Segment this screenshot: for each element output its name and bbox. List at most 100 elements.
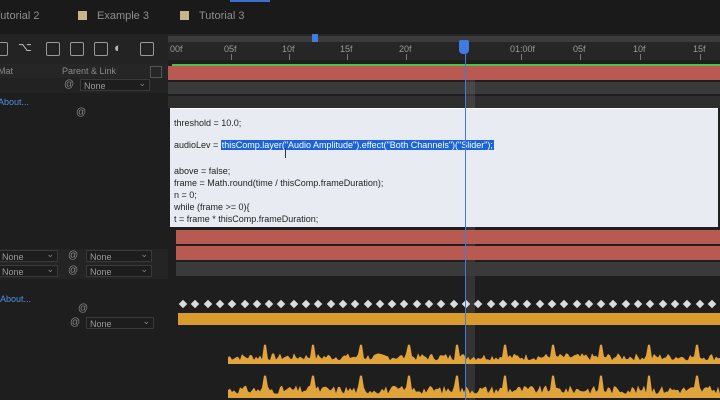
keyframe-diamond[interactable] xyxy=(203,299,213,309)
selected-expression-text[interactable]: thisComp.layer("Audio Amplitude").effect… xyxy=(220,140,494,150)
keyframe-diamond[interactable] xyxy=(608,299,618,309)
pick-whip-icon[interactable]: @ xyxy=(78,303,88,314)
layer-bar[interactable] xyxy=(168,66,720,80)
keyframe-diamond[interactable] xyxy=(436,299,446,309)
tab-label: Tutorial 3 xyxy=(199,10,245,22)
keyframe-diamond[interactable] xyxy=(633,299,643,309)
keyframe-diamond[interactable] xyxy=(658,299,668,309)
keyframe-diamond[interactable] xyxy=(399,299,409,309)
pick-whip-icon[interactable]: @ xyxy=(68,250,78,261)
expression-line: n = 0; xyxy=(174,190,197,200)
keyframe-diamond[interactable] xyxy=(645,299,655,309)
keyframe-diamond[interactable] xyxy=(559,299,569,309)
graph-editor-icon[interactable] xyxy=(140,42,154,56)
composition-mini-flowchart-icon[interactable]: ⌥ xyxy=(18,40,32,54)
keyframe-diamond[interactable] xyxy=(510,299,520,309)
tab-tutorial-2[interactable]: Tutorial 2 xyxy=(0,10,39,22)
ruler-tick-label: 10f xyxy=(633,44,646,54)
pick-whip-icon[interactable]: @ xyxy=(64,79,74,90)
keyframe-diamond[interactable] xyxy=(670,299,680,309)
layer-bar[interactable] xyxy=(176,262,720,276)
keyframe-diamond[interactable] xyxy=(338,299,348,309)
pick-whip-icon[interactable]: @ xyxy=(70,317,80,328)
parent-dropdown[interactable]: None xyxy=(80,77,150,91)
work-area-handle[interactable] xyxy=(312,34,318,42)
keyframe-diamond[interactable] xyxy=(535,299,545,309)
draft-3d-icon[interactable] xyxy=(46,42,60,56)
keyframe-diamond[interactable] xyxy=(313,299,323,309)
keyframe-diamond[interactable] xyxy=(596,299,606,309)
layer-bar[interactable] xyxy=(176,246,720,260)
column-parent-link[interactable]: Parent & Link xyxy=(62,66,116,76)
audio-layer-bar[interactable] xyxy=(178,313,720,325)
ruler-tick xyxy=(640,54,641,60)
keyframe-diamond[interactable] xyxy=(227,299,237,309)
keyframe-diamond[interactable] xyxy=(240,299,250,309)
keyframe-diamond[interactable] xyxy=(375,299,385,309)
expression-line: while (frame >= 0){ xyxy=(174,202,250,212)
keyframe-diamond[interactable] xyxy=(363,299,373,309)
layer-bar[interactable] xyxy=(168,82,720,94)
track-matte-dropdown[interactable]: None xyxy=(0,263,58,277)
keyframe-diamond[interactable] xyxy=(350,299,360,309)
keyframe-diamond[interactable] xyxy=(276,299,286,309)
column-menu-icon[interactable] xyxy=(150,66,162,78)
keyframe-diamond[interactable] xyxy=(547,299,557,309)
keyframe-diamond[interactable] xyxy=(387,299,397,309)
ruler-tick xyxy=(521,54,522,60)
tab-example-3[interactable]: Example 3 xyxy=(78,10,149,22)
keyframe-diamond[interactable] xyxy=(326,299,336,309)
tab-label: Example 3 xyxy=(97,10,149,22)
shy-layers-icon[interactable] xyxy=(70,42,84,56)
current-time-indicator-head[interactable] xyxy=(459,40,469,54)
tab-tutorial-3[interactable]: Tutorial 3 xyxy=(180,10,244,22)
layer-bar[interactable] xyxy=(176,230,720,244)
active-tab-indicator xyxy=(230,0,270,2)
keyframe-diamond[interactable] xyxy=(289,299,299,309)
current-time-indicator-line[interactable] xyxy=(465,54,466,400)
keyframe-diamond[interactable] xyxy=(424,299,434,309)
keyframe-diamond[interactable] xyxy=(178,299,188,309)
ruler-tick xyxy=(289,54,290,60)
composition-tab-bar: Tutorial 2 Example 3 Tutorial 3 xyxy=(0,0,720,34)
keyframe-diamond[interactable] xyxy=(621,299,631,309)
parent-dropdown[interactable]: None xyxy=(86,263,152,277)
property-track xyxy=(168,96,720,108)
keyframe-diamond[interactable] xyxy=(412,299,422,309)
ruler-tick xyxy=(231,54,232,60)
expression-editor[interactable] xyxy=(170,108,718,227)
audio-waveform xyxy=(228,344,720,398)
ruler-tick-label: 20f xyxy=(399,44,412,54)
frame-blending-icon[interactable] xyxy=(94,42,108,56)
keyframe-diamond[interactable] xyxy=(682,299,692,309)
keyframe-diamond[interactable] xyxy=(498,299,508,309)
layer-property-link[interactable]: About... xyxy=(0,97,29,107)
expression-line: frame = Math.round(time / thisComp.frame… xyxy=(174,178,384,188)
ruler-tick-label: 10f xyxy=(282,44,295,54)
keyframe-diamond[interactable] xyxy=(301,299,311,309)
parent-dropdown[interactable]: None xyxy=(86,248,152,262)
ruler-tick xyxy=(347,54,348,60)
keyframe-diamond[interactable] xyxy=(486,299,496,309)
keyframe-diamond[interactable] xyxy=(190,299,200,309)
parent-dropdown[interactable]: None xyxy=(86,315,154,329)
keyframe-diamond[interactable] xyxy=(572,299,582,309)
keyframe-diamond[interactable] xyxy=(707,299,717,309)
keyframe-diamond[interactable] xyxy=(584,299,594,309)
keyframe-diamond[interactable] xyxy=(215,299,225,309)
track-matte-dropdown[interactable]: None xyxy=(0,248,58,262)
keyframe-diamond[interactable] xyxy=(252,299,262,309)
pick-whip-icon[interactable]: @ xyxy=(68,265,78,276)
work-area-bar[interactable] xyxy=(168,36,720,42)
text-cursor xyxy=(285,148,286,158)
column-mat[interactable]: Mat xyxy=(0,66,13,76)
search-icon[interactable] xyxy=(0,42,8,56)
keyframe-diamond[interactable] xyxy=(449,299,459,309)
keyframe-diamond[interactable] xyxy=(264,299,274,309)
keyframe-diamond[interactable] xyxy=(473,299,483,309)
layer-property-link[interactable]: About... xyxy=(0,294,31,304)
keyframe-diamond[interactable] xyxy=(695,299,705,309)
motion-blur-icon[interactable]: ◐ xyxy=(114,40,122,55)
pick-whip-icon[interactable]: @ xyxy=(76,107,86,118)
keyframe-diamond[interactable] xyxy=(522,299,532,309)
